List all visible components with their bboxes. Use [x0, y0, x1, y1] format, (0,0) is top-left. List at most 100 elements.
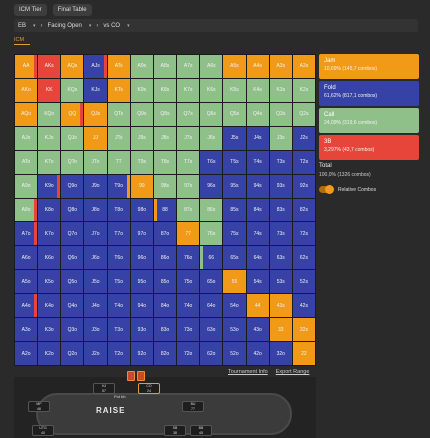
hand-cell[interactable]: 95o [130, 270, 153, 294]
hand-cell[interactable]: 53s [269, 270, 292, 294]
hand-cell[interactable]: 65s [223, 246, 246, 270]
hand-cell[interactable]: 88 [153, 198, 177, 222]
hand-cell[interactable]: J6o [84, 246, 107, 270]
hand-cell[interactable]: 65o [200, 270, 223, 294]
hand-cell[interactable]: K7s [177, 78, 200, 102]
hand-cell[interactable]: 62o [200, 342, 223, 365]
hand-cell[interactable]: Q3s [269, 102, 292, 126]
hand-cell[interactable]: QQ [61, 102, 84, 126]
hand-cell[interactable]: 83o [153, 318, 177, 342]
hand-cell[interactable]: KQs [61, 78, 84, 102]
hand-cell[interactable]: AQs [61, 55, 84, 78]
hand-cell[interactable]: KTs [107, 78, 130, 102]
hand-cell[interactable]: Q2o [61, 342, 84, 365]
hand-cell[interactable]: T4s [246, 150, 269, 174]
hand-cell[interactable]: 73s [269, 222, 292, 246]
legend-call[interactable]: Call 24,09% (319,6 combos) [319, 108, 419, 133]
export-range-link[interactable]: Export Range [276, 369, 310, 375]
hand-cell[interactable]: 54o [223, 294, 246, 318]
hand-cell[interactable]: QTo [61, 150, 84, 174]
hand-cell[interactable]: J7s [177, 126, 200, 150]
hand-cell[interactable]: J2o [84, 342, 107, 365]
hand-cell[interactable]: J7o [84, 222, 107, 246]
legend-jam[interactable]: Jam 10,69% (145,7 combos) [319, 54, 419, 79]
hand-cell[interactable]: KQo [38, 102, 61, 126]
hand-cell[interactable]: 86o [153, 246, 177, 270]
hand-cell[interactable]: T3o [107, 318, 130, 342]
hand-cell[interactable]: K2s [292, 78, 315, 102]
hand-cell[interactable]: 55 [223, 270, 246, 294]
hand-cell[interactable]: K2o [38, 342, 61, 365]
hand-cell[interactable]: K9s [130, 78, 153, 102]
hand-cell[interactable]: T2o [107, 342, 130, 365]
hand-cell[interactable]: 94o [130, 294, 153, 318]
hand-cell[interactable]: Q6s [200, 102, 223, 126]
hand-cell[interactable]: 87s [177, 198, 200, 222]
hand-cell[interactable]: K6o [38, 246, 61, 270]
hand-cell[interactable]: 73o [177, 318, 200, 342]
hand-cell[interactable]: KJo [38, 126, 61, 150]
hand-cell[interactable]: 93s [269, 174, 292, 198]
hand-cell[interactable]: A6s [200, 55, 223, 78]
hand-cell[interactable]: 96s [200, 174, 223, 198]
hand-cell[interactable]: A6o [15, 246, 38, 270]
hand-cell[interactable]: A9s [130, 55, 153, 78]
hand-cell[interactable]: A4o [15, 294, 38, 318]
hand-cell[interactable]: T8o [107, 198, 130, 222]
tab-final-table[interactable]: Final Table [52, 4, 92, 16]
hand-cell[interactable]: 92o [130, 342, 153, 365]
hand-cell[interactable]: 92s [292, 174, 315, 198]
hand-cell[interactable]: KK [38, 78, 61, 102]
hand-cell[interactable]: T6o [107, 246, 130, 270]
hand-cell[interactable]: K8s [153, 78, 177, 102]
hand-cell[interactable]: 74o [177, 294, 200, 318]
hand-cell[interactable]: T4o [107, 294, 130, 318]
hand-cell[interactable]: 63o [200, 318, 223, 342]
hand-cell[interactable]: JTo [84, 150, 107, 174]
hand-cell[interactable]: T5s [223, 150, 246, 174]
position-select[interactable]: EB [18, 23, 26, 29]
hand-cell[interactable]: T8s [153, 150, 177, 174]
hand-cell[interactable]: QJs [84, 102, 107, 126]
hand-cell[interactable]: K7o [38, 222, 61, 246]
hand-cell[interactable]: Q9s [130, 102, 153, 126]
hand-cell[interactable]: 43o [246, 318, 269, 342]
hand-cell[interactable]: 72o [177, 342, 200, 365]
hand-cell[interactable]: Q7s [177, 102, 200, 126]
hand-cell[interactable]: K8o [38, 198, 61, 222]
hand-cell[interactable]: T9s [130, 150, 153, 174]
hand-cell[interactable]: 97s [177, 174, 200, 198]
hand-cell[interactable]: 72s [292, 222, 315, 246]
hand-cell[interactable]: KJs [84, 78, 107, 102]
legend-fold[interactable]: Fold 61,62% (817,1 combos) [319, 81, 419, 106]
hand-cell[interactable]: A4s [246, 55, 269, 78]
hand-cell[interactable]: Q7o [61, 222, 84, 246]
hand-cell[interactable]: 75o [177, 270, 200, 294]
seat-utg[interactable]: UTG 40 [32, 425, 54, 436]
hand-cell[interactable]: J9o [84, 174, 107, 198]
hand-cell[interactable]: 52o [223, 342, 246, 365]
hand-cell[interactable]: 97o [130, 222, 153, 246]
hand-cell[interactable]: T3s [269, 150, 292, 174]
hand-cell[interactable]: 98o [130, 198, 153, 222]
hand-cell[interactable]: J3s [269, 126, 292, 150]
hand-cell[interactable]: A8o [15, 198, 38, 222]
hand-cell[interactable]: Q3o [61, 318, 84, 342]
seat-hj[interactable]: HJ 57 [93, 383, 115, 394]
hand-cell[interactable]: 94s [246, 174, 269, 198]
hand-cell[interactable]: J8o [84, 198, 107, 222]
hand-cell[interactable]: 99 [130, 174, 153, 198]
hand-cell[interactable]: 43s [269, 294, 292, 318]
hand-cell[interactable]: A5o [15, 270, 38, 294]
hand-cell[interactable]: 42o [246, 342, 269, 365]
hand-cell[interactable]: 42s [292, 294, 315, 318]
hand-cell[interactable]: Q8o [61, 198, 84, 222]
hand-cell[interactable]: K4o [38, 294, 61, 318]
hand-cell[interactable]: Q2s [292, 102, 315, 126]
hand-cell[interactable]: 96o [130, 246, 153, 270]
hand-cell[interactable]: 84o [153, 294, 177, 318]
hand-cell[interactable]: QJo [61, 126, 84, 150]
hand-cell[interactable]: 85o [153, 270, 177, 294]
legend-3b[interactable]: 3B 3,297% (43,7 combos) [319, 135, 419, 160]
seat-sb[interactable]: SB 38 [164, 425, 186, 436]
